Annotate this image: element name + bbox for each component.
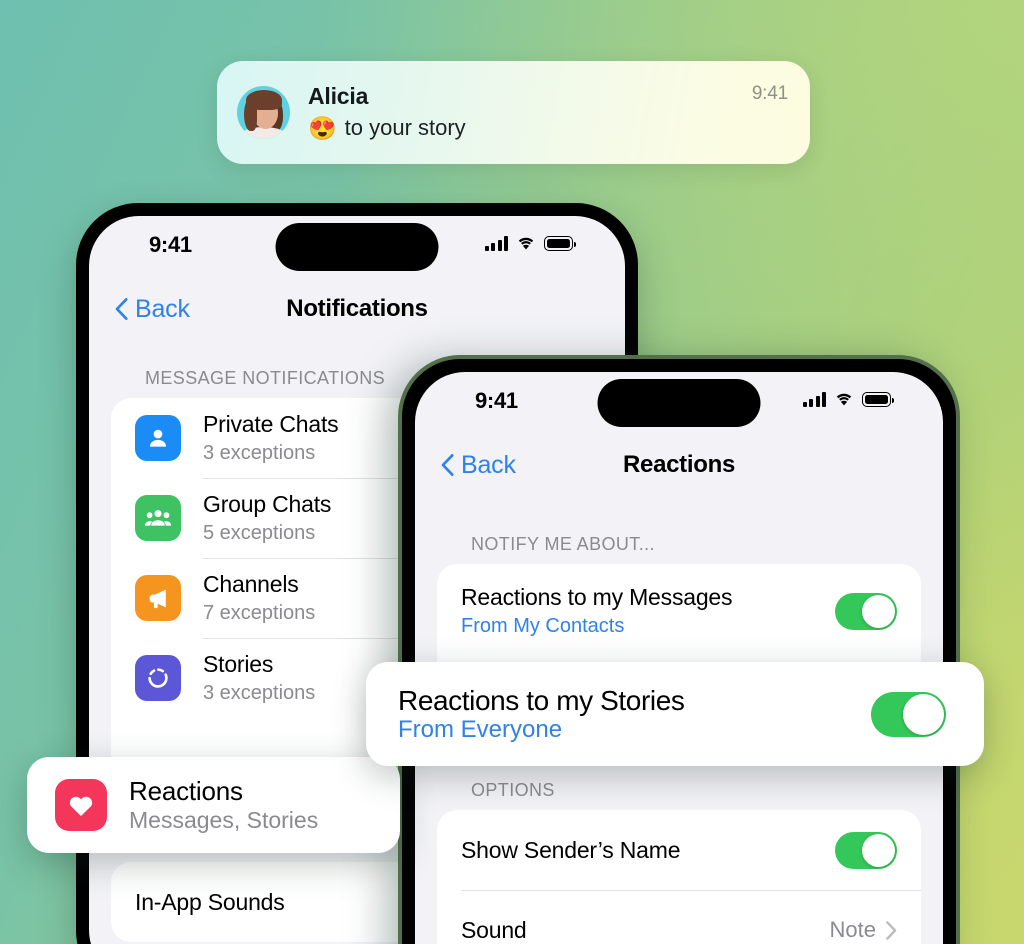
list-item-title: Sound [461,916,527,943]
stories-icon [135,655,181,701]
highlight-card-reactions-to-my-stories[interactable]: Reactions to my Stories From Everyone [366,662,984,766]
alicia-avatar [237,86,290,139]
list-item-sound[interactable]: Sound Note [437,890,921,944]
dynamic-island [597,379,761,427]
notification-message: to your story [344,115,466,140]
status-bar-time: 9:41 [475,388,518,413]
notification-text: Alicia 😍 to your story [308,82,752,143]
reactions-screen: 9:41 Back Reactions NOTIFY ME ABOUT... R… [415,372,943,944]
reactions-heart-icon [55,779,107,831]
highlight-card-reactions[interactable]: Reactions Messages, Stories [27,757,400,853]
channels-icon [135,575,181,621]
battery-icon [544,236,576,251]
cellular-signal-icon [802,392,826,407]
wifi-icon [516,236,536,251]
status-bar-icons [802,392,894,407]
heart-eyes-emoji-icon: 😍 [308,114,337,141]
navigation-bar: Back Reactions [415,432,943,498]
chevron-left-icon [441,454,454,476]
back-button-label: Back [461,450,516,479]
status-bar-time: 9:41 [149,232,192,257]
group-chats-icon [135,495,181,541]
section-header-notify-me-about: NOTIFY ME ABOUT... [471,534,655,554]
status-bar-icons [484,236,576,251]
back-button[interactable]: Back [115,295,190,324]
highlight-card-text: Reactions Messages, Stories [129,776,374,834]
status-bar: 9:41 [415,372,943,432]
section-header-options: OPTIONS [471,780,555,800]
toggle-reactions-to-my-stories[interactable] [871,691,946,737]
sound-value: Note [829,917,876,942]
toggle-show-senders-name[interactable] [835,831,897,869]
private-chats-icon [135,415,181,461]
list-item-subtitle: From My Contacts [461,615,625,637]
list-item-title: Show Sender’s Name [461,836,681,863]
phone-reactions: 9:41 Back Reactions NOTIFY ME ABOUT... R… [398,355,960,944]
chevron-right-icon [886,920,897,940]
chevron-left-icon [115,298,128,320]
status-bar: 9:41 [89,216,625,276]
back-button[interactable]: Back [441,451,516,480]
wifi-icon [834,392,854,407]
highlight-card-title: Reactions to my Stories [398,684,685,716]
options-card: Show Sender’s Name Sound Note [437,810,921,944]
list-item-reactions-to-my-messages[interactable]: Reactions to my Messages From My Contact… [437,564,921,658]
highlight-card-title: Reactions [129,776,243,806]
highlight-card-subtitle: Messages, Stories [129,807,319,833]
back-button-label: Back [135,294,190,323]
notification-time: 9:41 [751,83,788,104]
notification-sender: Alicia [308,83,369,109]
list-item-title: Reactions to my Messages [461,584,733,610]
dynamic-island [275,223,439,271]
wallpaper-background: Alicia 😍 to your story 9:41 9:41 Back No… [0,0,1024,944]
navigation-bar: Back Notifications [89,276,625,342]
highlight-card-subtitle: From Everyone [398,715,563,743]
battery-icon [862,392,894,407]
list-item-show-senders-name[interactable]: Show Sender’s Name [437,810,921,890]
highlight-card-text: Reactions to my Stories From Everyone [398,686,871,743]
notification-banner[interactable]: Alicia 😍 to your story 9:41 [217,61,810,164]
notification-message-line: 😍 to your story [308,113,752,143]
cellular-signal-icon [484,236,508,251]
toggle-reactions-to-my-messages[interactable] [835,592,897,630]
